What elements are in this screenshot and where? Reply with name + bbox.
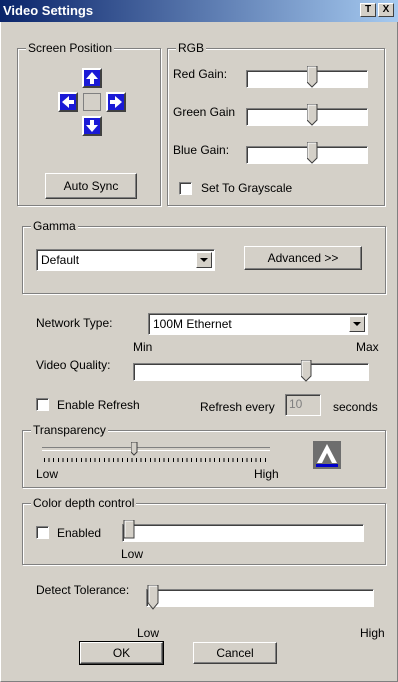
blue-gain-thumb[interactable]: [307, 142, 318, 164]
move-up-button[interactable]: [82, 68, 102, 88]
color-depth-slider[interactable]: [122, 524, 364, 542]
close-button[interactable]: X: [378, 3, 394, 17]
blue-gain-label: Blue Gain:: [173, 143, 230, 157]
detect-tolerance-thumb[interactable]: [144, 585, 160, 611]
chevron-down-icon: [353, 322, 361, 326]
auto-sync-button[interactable]: Auto Sync: [45, 173, 137, 199]
network-type-select[interactable]: 100M Ethernet: [148, 313, 368, 335]
green-gain-label: Green Gain: [173, 105, 236, 119]
enable-refresh-label: Enable Refresh: [57, 398, 140, 412]
video-quality-thumb[interactable]: [301, 360, 312, 382]
arrow-down-icon: [86, 120, 98, 132]
grayscale-checkbox[interactable]: [179, 182, 192, 195]
color-depth-enabled-label: Enabled: [57, 526, 102, 540]
video-quality-min-label: Min: [133, 340, 153, 354]
help-button[interactable]: T: [360, 3, 376, 17]
transparency-track[interactable]: [42, 447, 270, 451]
video-quality-max-label: Max: [356, 340, 379, 354]
position-pad-center: [83, 93, 101, 111]
grayscale-label: Set To Grayscale: [201, 181, 293, 195]
detect-tolerance-slider[interactable]: [146, 589, 374, 607]
detect-tolerance-label: Detect Tolerance:: [36, 583, 130, 597]
window-title: Video Settings: [3, 3, 94, 18]
screen-position-legend: Screen Position: [26, 41, 115, 55]
move-right-button[interactable]: [106, 92, 126, 112]
detect-tolerance-low-label: Low: [137, 626, 160, 640]
gamma-dropdown-button[interactable]: [196, 252, 212, 268]
enable-refresh-checkbox[interactable]: [36, 398, 49, 411]
title-bar: Video Settings T X: [0, 0, 398, 22]
ok-button[interactable]: OK: [79, 641, 164, 665]
gamma-legend: Gamma: [31, 219, 78, 233]
gamma-select-value: Default: [41, 253, 80, 267]
red-gain-label: Red Gain:: [173, 67, 228, 81]
altusen-logo-icon: [316, 444, 338, 467]
rgb-legend: RGB: [176, 41, 207, 55]
transparency-ticks: [44, 458, 268, 462]
position-pad: [58, 68, 128, 138]
network-type-value: 100M Ethernet: [153, 317, 232, 331]
red-gain-thumb[interactable]: [307, 66, 318, 88]
refresh-interval-input[interactable]: 10: [285, 394, 321, 416]
arrow-left-icon: [62, 96, 74, 108]
detect-tolerance-high-label: High: [360, 626, 385, 640]
transparency-low-label: Low: [36, 467, 59, 481]
arrow-up-icon: [86, 72, 98, 84]
chevron-down-icon: [200, 258, 208, 262]
altusen-logo: [313, 441, 341, 469]
cancel-button[interactable]: Cancel: [193, 642, 277, 664]
move-left-button[interactable]: [58, 92, 78, 112]
color-depth-legend: Color depth control: [31, 496, 137, 510]
video-quality-slider[interactable]: [133, 363, 369, 381]
refresh-seconds-label: seconds: [333, 400, 378, 414]
transparency-high-label: High: [254, 467, 279, 481]
video-quality-label: Video Quality:: [36, 358, 111, 372]
network-dropdown-button[interactable]: [349, 316, 365, 332]
gamma-select[interactable]: Default: [36, 249, 215, 271]
advanced-button[interactable]: Advanced >>: [244, 246, 362, 270]
color-depth-enabled-checkbox[interactable]: [36, 526, 49, 539]
color-depth-low-label: Low: [121, 547, 144, 561]
green-gain-thumb[interactable]: [307, 104, 318, 126]
color-depth-thumb[interactable]: [120, 520, 136, 544]
transparency-thumb[interactable]: [131, 442, 138, 456]
transparency-legend: Transparency: [31, 423, 108, 437]
network-type-label: Network Type:: [36, 316, 113, 330]
arrow-right-icon: [110, 96, 122, 108]
refresh-every-label: Refresh every: [200, 400, 275, 414]
move-down-button[interactable]: [82, 116, 102, 136]
